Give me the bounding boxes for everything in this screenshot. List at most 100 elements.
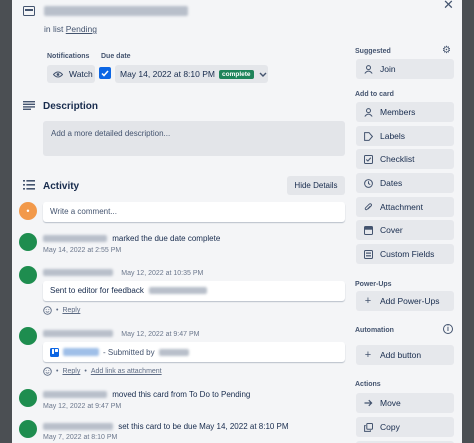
- description-icon: [23, 101, 35, 110]
- user-icon: [363, 64, 373, 74]
- move-button[interactable]: Move: [356, 393, 454, 413]
- comment-header: May 12, 2022 at 10:35 PM: [43, 268, 203, 277]
- activity-timestamp[interactable]: May 7, 2022 at 8:10 PM: [43, 434, 117, 441]
- board-background-left: [0, 0, 12, 443]
- comment-body: - Submitted by: [43, 342, 345, 362]
- close-icon[interactable]: ✕: [443, 0, 454, 13]
- card-detail-modal: ✕ in list Pending Notifications Due date…: [12, 0, 462, 443]
- members-label: Members: [380, 107, 416, 117]
- checklist-icon: [363, 154, 373, 164]
- hide-details-button[interactable]: Hide Details: [287, 176, 345, 195]
- automation-heading: Automation: [355, 327, 394, 334]
- add-power-ups-label: Add Power-Ups: [380, 296, 440, 306]
- custom-fields-button[interactable]: Custom Fields: [356, 244, 454, 264]
- activity-text: marked the due date complete: [112, 234, 221, 243]
- avatar: [19, 327, 37, 345]
- plus-icon: +: [364, 295, 372, 307]
- activity-timestamp[interactable]: May 14, 2022 at 2:55 PM: [43, 247, 121, 254]
- member-name[interactable]: [43, 330, 113, 338]
- cover-button[interactable]: Cover: [356, 220, 454, 240]
- eye-icon: [53, 71, 63, 78]
- attachment-label: Attachment: [380, 202, 423, 212]
- comment-text: Sent to editor for feedback: [50, 286, 144, 295]
- dates-label: Dates: [380, 178, 403, 188]
- description-input[interactable]: Add a more detailed description...: [43, 121, 345, 156]
- custom-fields-icon: [363, 249, 373, 259]
- copy-label: Copy: [380, 422, 400, 432]
- checklist-label: Checklist: [380, 154, 415, 164]
- activity-title: Activity: [43, 181, 80, 192]
- chevron-down-icon: [259, 72, 267, 77]
- activity-item: set this card to be due May 14, 2022 at …: [43, 422, 289, 431]
- due-date-button[interactable]: May 14, 2022 at 8:10 PM complete: [115, 65, 268, 83]
- comment-actions: • Reply: [43, 306, 80, 315]
- add-link-attachment[interactable]: Add link as attachment: [91, 368, 162, 375]
- due-complete-checkbox[interactable]: [99, 67, 111, 79]
- join-label: Join: [380, 64, 396, 74]
- attachment-link[interactable]: [63, 348, 99, 356]
- list-link[interactable]: Pending: [66, 24, 97, 34]
- clock-icon: [363, 178, 373, 188]
- member-name[interactable]: [43, 269, 113, 277]
- list-info: in list Pending: [44, 24, 97, 34]
- complete-badge: complete: [218, 69, 254, 79]
- description-title: Description: [43, 101, 99, 112]
- join-button[interactable]: Join: [356, 59, 454, 79]
- avatar: [19, 420, 37, 438]
- emoji-icon[interactable]: [43, 306, 52, 315]
- member-name[interactable]: [43, 423, 113, 431]
- gear-icon[interactable]: ⚙: [442, 45, 451, 56]
- add-to-card-heading: Add to card: [355, 91, 394, 98]
- description-placeholder: Add a more detailed description...: [51, 129, 171, 138]
- info-icon[interactable]: i: [443, 324, 453, 334]
- comment-body: Sent to editor for feedback: [43, 281, 345, 301]
- attachment-suffix: - Submitted by: [103, 347, 155, 357]
- labels-label: Labels: [380, 131, 406, 141]
- reply-link[interactable]: Reply: [62, 307, 80, 314]
- avatar: [19, 389, 37, 407]
- activity-item: marked the due date complete: [43, 234, 220, 243]
- dates-button[interactable]: Dates: [356, 173, 454, 193]
- comment-input[interactable]: Write a comment...: [43, 202, 345, 222]
- activity-text: moved this card from To Do to Pending: [112, 390, 251, 399]
- due-date-value: May 14, 2022 at 8:10 PM: [120, 69, 215, 79]
- avatar: [19, 266, 37, 284]
- list-prefix: in list: [44, 24, 64, 34]
- activity-icon: [23, 180, 35, 190]
- checkbox-icon: [101, 70, 109, 77]
- member-name[interactable]: [43, 391, 107, 399]
- trello-icon: [50, 347, 59, 357]
- activity-timestamp[interactable]: May 12, 2022 at 9:47 PM: [43, 403, 121, 410]
- card-icon: [23, 6, 35, 16]
- arrow-right-icon: [363, 398, 373, 408]
- copy-icon: [363, 422, 373, 432]
- add-button-label: Add button: [380, 350, 422, 360]
- due-date-label: Due date: [101, 53, 131, 60]
- plus-icon: +: [364, 349, 372, 361]
- comment-timestamp[interactable]: May 12, 2022 at 9:47 PM: [121, 331, 199, 338]
- members-button[interactable]: Members: [356, 102, 454, 122]
- comment-placeholder: Write a comment...: [50, 207, 117, 216]
- comment-actions: • Reply • Add link as attachment: [43, 367, 162, 376]
- comment-timestamp[interactable]: May 12, 2022 at 10:35 PM: [121, 270, 203, 277]
- member-name[interactable]: [43, 235, 107, 243]
- attachment-button[interactable]: Attachment: [356, 197, 454, 217]
- reply-link[interactable]: Reply: [62, 368, 80, 375]
- label-icon: [363, 131, 373, 141]
- avatar: [19, 233, 37, 251]
- emoji-icon[interactable]: [43, 367, 52, 376]
- copy-button[interactable]: Copy: [356, 417, 454, 437]
- custom-fields-label: Custom Fields: [380, 249, 435, 259]
- paperclip-icon: [363, 202, 373, 212]
- watch-label: Watch: [69, 69, 93, 79]
- card-title[interactable]: [44, 6, 188, 18]
- add-power-ups-button[interactable]: + Add Power-Ups: [356, 291, 454, 311]
- power-ups-heading: Power-Ups: [355, 281, 392, 288]
- watch-button[interactable]: Watch: [47, 65, 95, 83]
- actions-heading: Actions: [355, 381, 381, 388]
- hide-details-label: Hide Details: [294, 181, 338, 190]
- suggested-heading: Suggested: [355, 48, 391, 55]
- add-button-button[interactable]: + Add button: [356, 345, 454, 365]
- labels-button[interactable]: Labels: [356, 126, 454, 146]
- checklist-button[interactable]: Checklist: [356, 149, 454, 169]
